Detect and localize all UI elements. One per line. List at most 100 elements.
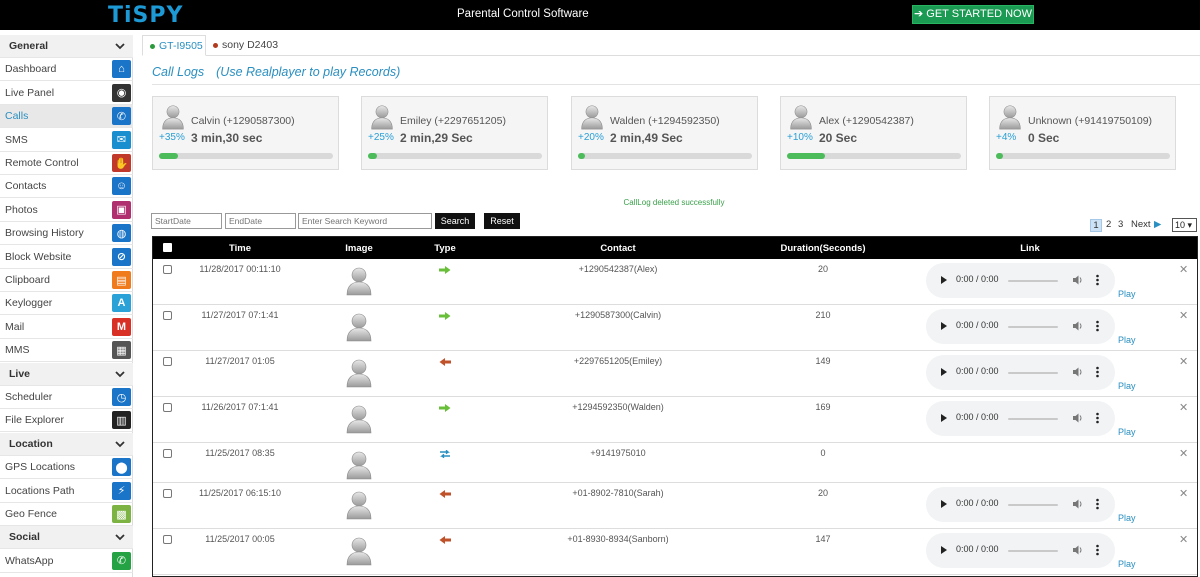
play-link[interactable]: Play xyxy=(1118,513,1136,523)
row-checkbox[interactable] xyxy=(163,449,172,458)
sidebar-item-mail[interactable]: Mail M xyxy=(0,316,133,339)
sidebar-item-scheduler[interactable]: Scheduler ◷ xyxy=(0,386,133,409)
get-started-button[interactable]: ➔ GET STARTED NOW xyxy=(912,5,1034,24)
cell-time: 11/26/2017 07:1:41 xyxy=(201,402,279,412)
play-link[interactable]: Play xyxy=(1118,289,1136,299)
volume-icon[interactable] xyxy=(1073,544,1084,556)
sidebar-item-browsing-history[interactable]: Browsing History ◍ xyxy=(0,222,133,246)
more-options-icon[interactable] xyxy=(1096,320,1099,332)
search-button[interactable]: Search xyxy=(435,213,475,229)
location-path-icon: ⚡ xyxy=(112,481,131,500)
sidebar-item-keylogger[interactable]: Keylogger A xyxy=(0,292,133,316)
sidebar-item-remote-control[interactable]: Remote Control ✋ xyxy=(0,152,133,175)
sidebar-item-locations-path[interactable]: Locations Path ⚡ xyxy=(0,480,133,503)
player-seek-bar[interactable] xyxy=(1008,504,1058,506)
sidebar-item-live-panel[interactable]: Live Panel ◉ xyxy=(0,82,133,105)
sidebar-item-gps-locations[interactable]: GPS Locations ⬤ xyxy=(0,456,133,480)
play-icon[interactable] xyxy=(941,414,947,422)
sidebar-item-mms[interactable]: MMS ▦ xyxy=(0,339,133,363)
delete-icon[interactable]: ✕ xyxy=(1179,533,1188,546)
per-page-select[interactable]: 10 ▾ xyxy=(1172,218,1197,232)
next-page-link[interactable]: Next xyxy=(1131,219,1151,230)
row-checkbox[interactable] xyxy=(163,265,172,274)
page-3-link[interactable]: 3 xyxy=(1118,219,1123,230)
sidebar-item-dashboard[interactable]: Dashboard ⌂ xyxy=(0,58,133,82)
audio-player[interactable]: 0:00 / 0:00 xyxy=(926,309,1115,344)
row-checkbox[interactable] xyxy=(163,403,172,412)
row-checkbox[interactable] xyxy=(163,311,172,320)
tispy-logo[interactable]: TiSPY xyxy=(108,3,183,28)
sidebar-item-label: Social xyxy=(9,531,40,544)
chevron-down-icon[interactable] xyxy=(113,367,127,381)
play-link[interactable]: Play xyxy=(1118,381,1136,391)
play-icon[interactable] xyxy=(941,500,947,508)
delete-icon[interactable]: ✕ xyxy=(1179,263,1188,276)
sidebar-item-geo-fence[interactable]: Geo Fence ▩ xyxy=(0,503,133,526)
delete-icon[interactable]: ✕ xyxy=(1179,355,1188,368)
tab-gt-i9505[interactable]: GT-I9505 xyxy=(142,35,206,56)
next-arrow-icon[interactable]: ▶ xyxy=(1154,219,1161,230)
start-date-input[interactable] xyxy=(151,213,222,229)
volume-icon[interactable] xyxy=(1073,366,1084,378)
play-icon[interactable] xyxy=(941,546,947,554)
player-seek-bar[interactable] xyxy=(1008,326,1058,328)
sidebar-section-social[interactable]: Social xyxy=(0,526,133,550)
play-icon[interactable] xyxy=(941,368,947,376)
volume-icon[interactable] xyxy=(1073,498,1084,510)
sidebar-section-location[interactable]: Location xyxy=(0,432,133,456)
sidebar-item-file-explorer[interactable]: File Explorer ▥ xyxy=(0,409,133,433)
delete-icon[interactable]: ✕ xyxy=(1179,401,1188,414)
top-bar: TiSPY Parental Control Software ➔ GET ST… xyxy=(0,0,1200,30)
play-link[interactable]: Play xyxy=(1118,335,1136,345)
select-all-checkbox[interactable] xyxy=(163,243,172,252)
row-checkbox[interactable] xyxy=(163,357,172,366)
chevron-down-icon[interactable] xyxy=(113,530,127,544)
delete-icon[interactable]: ✕ xyxy=(1179,487,1188,500)
sidebar-section-live[interactable]: Live xyxy=(0,362,133,386)
sidebar-item-block-website[interactable]: Block Website ⊘ xyxy=(0,246,133,269)
sidebar-item-whatsapp[interactable]: WhatsApp ✆ xyxy=(0,550,133,573)
sidebar-item-calls[interactable]: Calls ✆ xyxy=(0,105,133,129)
audio-player[interactable]: 0:00 / 0:00 xyxy=(926,355,1115,390)
sidebar-item-contacts[interactable]: Contacts ☺ xyxy=(0,175,133,199)
more-options-icon[interactable] xyxy=(1096,366,1099,378)
gmail-icon: M xyxy=(112,317,131,336)
end-date-input[interactable] xyxy=(225,213,296,229)
player-seek-bar[interactable] xyxy=(1008,550,1058,552)
page-1-link[interactable]: 1 xyxy=(1090,219,1102,232)
tab-sony-d2403[interactable]: sony D2403 xyxy=(206,35,296,56)
chevron-down-icon[interactable] xyxy=(113,437,127,451)
chevron-down-icon[interactable] xyxy=(113,39,127,53)
audio-player[interactable]: 0:00 / 0:00 xyxy=(926,487,1115,522)
search-keyword-input[interactable] xyxy=(298,213,432,229)
sidebar-item-sms[interactable]: SMS ✉ xyxy=(0,129,133,152)
play-icon[interactable] xyxy=(941,276,947,284)
audio-player[interactable]: 0:00 / 0:00 xyxy=(926,533,1115,568)
volume-icon[interactable] xyxy=(1073,320,1084,332)
more-options-icon[interactable] xyxy=(1096,544,1099,556)
row-checkbox[interactable] xyxy=(163,535,172,544)
player-seek-bar[interactable] xyxy=(1008,372,1058,374)
sidebar-section-general[interactable]: General xyxy=(0,35,133,58)
delete-icon[interactable]: ✕ xyxy=(1179,447,1188,460)
volume-icon[interactable] xyxy=(1073,412,1084,424)
delete-icon[interactable]: ✕ xyxy=(1179,309,1188,322)
more-options-icon[interactable] xyxy=(1096,274,1099,286)
more-options-icon[interactable] xyxy=(1096,412,1099,424)
volume-icon[interactable] xyxy=(1073,274,1084,286)
audio-player[interactable]: 0:00 / 0:00 xyxy=(926,401,1115,436)
player-seek-bar[interactable] xyxy=(1008,280,1058,282)
row-checkbox[interactable] xyxy=(163,489,172,498)
audio-player[interactable]: 0:00 / 0:00 xyxy=(926,263,1115,298)
play-link[interactable]: Play xyxy=(1118,559,1136,569)
reset-button[interactable]: Reset xyxy=(484,213,520,229)
player-seek-bar[interactable] xyxy=(1008,418,1058,420)
geo-fence-icon: ▩ xyxy=(112,505,131,523)
cell-duration: 20 xyxy=(817,264,829,274)
play-link[interactable]: Play xyxy=(1118,427,1136,437)
sidebar-item-label: Contacts xyxy=(5,180,47,193)
more-options-icon[interactable] xyxy=(1096,498,1099,510)
sidebar-item-clipboard[interactable]: Clipboard ▤ xyxy=(0,269,133,292)
page-2-link[interactable]: 2 xyxy=(1106,219,1111,230)
play-icon[interactable] xyxy=(941,322,947,330)
